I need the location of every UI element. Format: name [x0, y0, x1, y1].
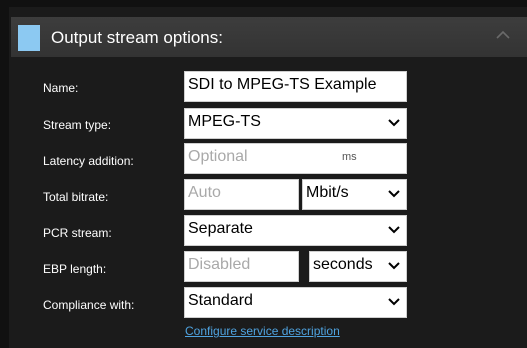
total-bitrate-placeholder: Auto: [188, 184, 221, 201]
ebp-length-label: EBP length:: [43, 262, 107, 276]
ebp-length-input[interactable]: Disabled: [184, 251, 299, 282]
ebp-unit-value: seconds: [313, 256, 373, 273]
chevron-down-icon: [388, 119, 400, 127]
stream-type-select[interactable]: MPEG-TS: [184, 108, 407, 139]
name-input[interactable]: SDI to MPEG-TS Example: [184, 71, 407, 102]
latency-placeholder: Optional: [188, 148, 248, 165]
pcr-stream-label: PCR stream:: [43, 226, 112, 240]
chevron-down-icon: [388, 226, 400, 234]
latency-label: Latency addition:: [43, 154, 134, 168]
compliance-select[interactable]: Standard: [184, 287, 407, 318]
configure-service-description-link[interactable]: Configure service description: [185, 324, 340, 338]
name-label: Name:: [43, 81, 79, 95]
name-input-value: SDI to MPEG-TS Example: [188, 76, 377, 93]
bitrate-unit-value: Mbit/s: [306, 184, 349, 201]
panel-title: Output stream options:: [51, 28, 223, 47]
panel-header[interactable]: Output stream options:: [11, 17, 527, 57]
compliance-value: Standard: [188, 292, 253, 309]
stream-type-label: Stream type:: [43, 118, 112, 132]
ebp-length-placeholder: Disabled: [188, 256, 251, 273]
total-bitrate-input[interactable]: Auto: [184, 179, 299, 210]
compliance-label: Compliance with:: [43, 298, 135, 312]
header-accent-bar: [18, 25, 40, 51]
bitrate-unit-select[interactable]: Mbit/s: [302, 179, 407, 210]
latency-unit: ms: [342, 151, 357, 163]
pcr-stream-value: Separate: [188, 220, 253, 237]
chevron-up-icon[interactable]: [495, 29, 511, 41]
ebp-unit-select[interactable]: seconds: [309, 251, 407, 282]
pcr-stream-select[interactable]: Separate: [184, 215, 407, 246]
latency-input[interactable]: Optional ms: [184, 143, 407, 174]
chevron-down-icon: [388, 298, 400, 306]
total-bitrate-label: Total bitrate:: [43, 190, 109, 204]
chevron-down-icon: [388, 262, 400, 270]
chevron-down-icon: [388, 190, 400, 198]
stream-type-value: MPEG-TS: [188, 113, 261, 130]
